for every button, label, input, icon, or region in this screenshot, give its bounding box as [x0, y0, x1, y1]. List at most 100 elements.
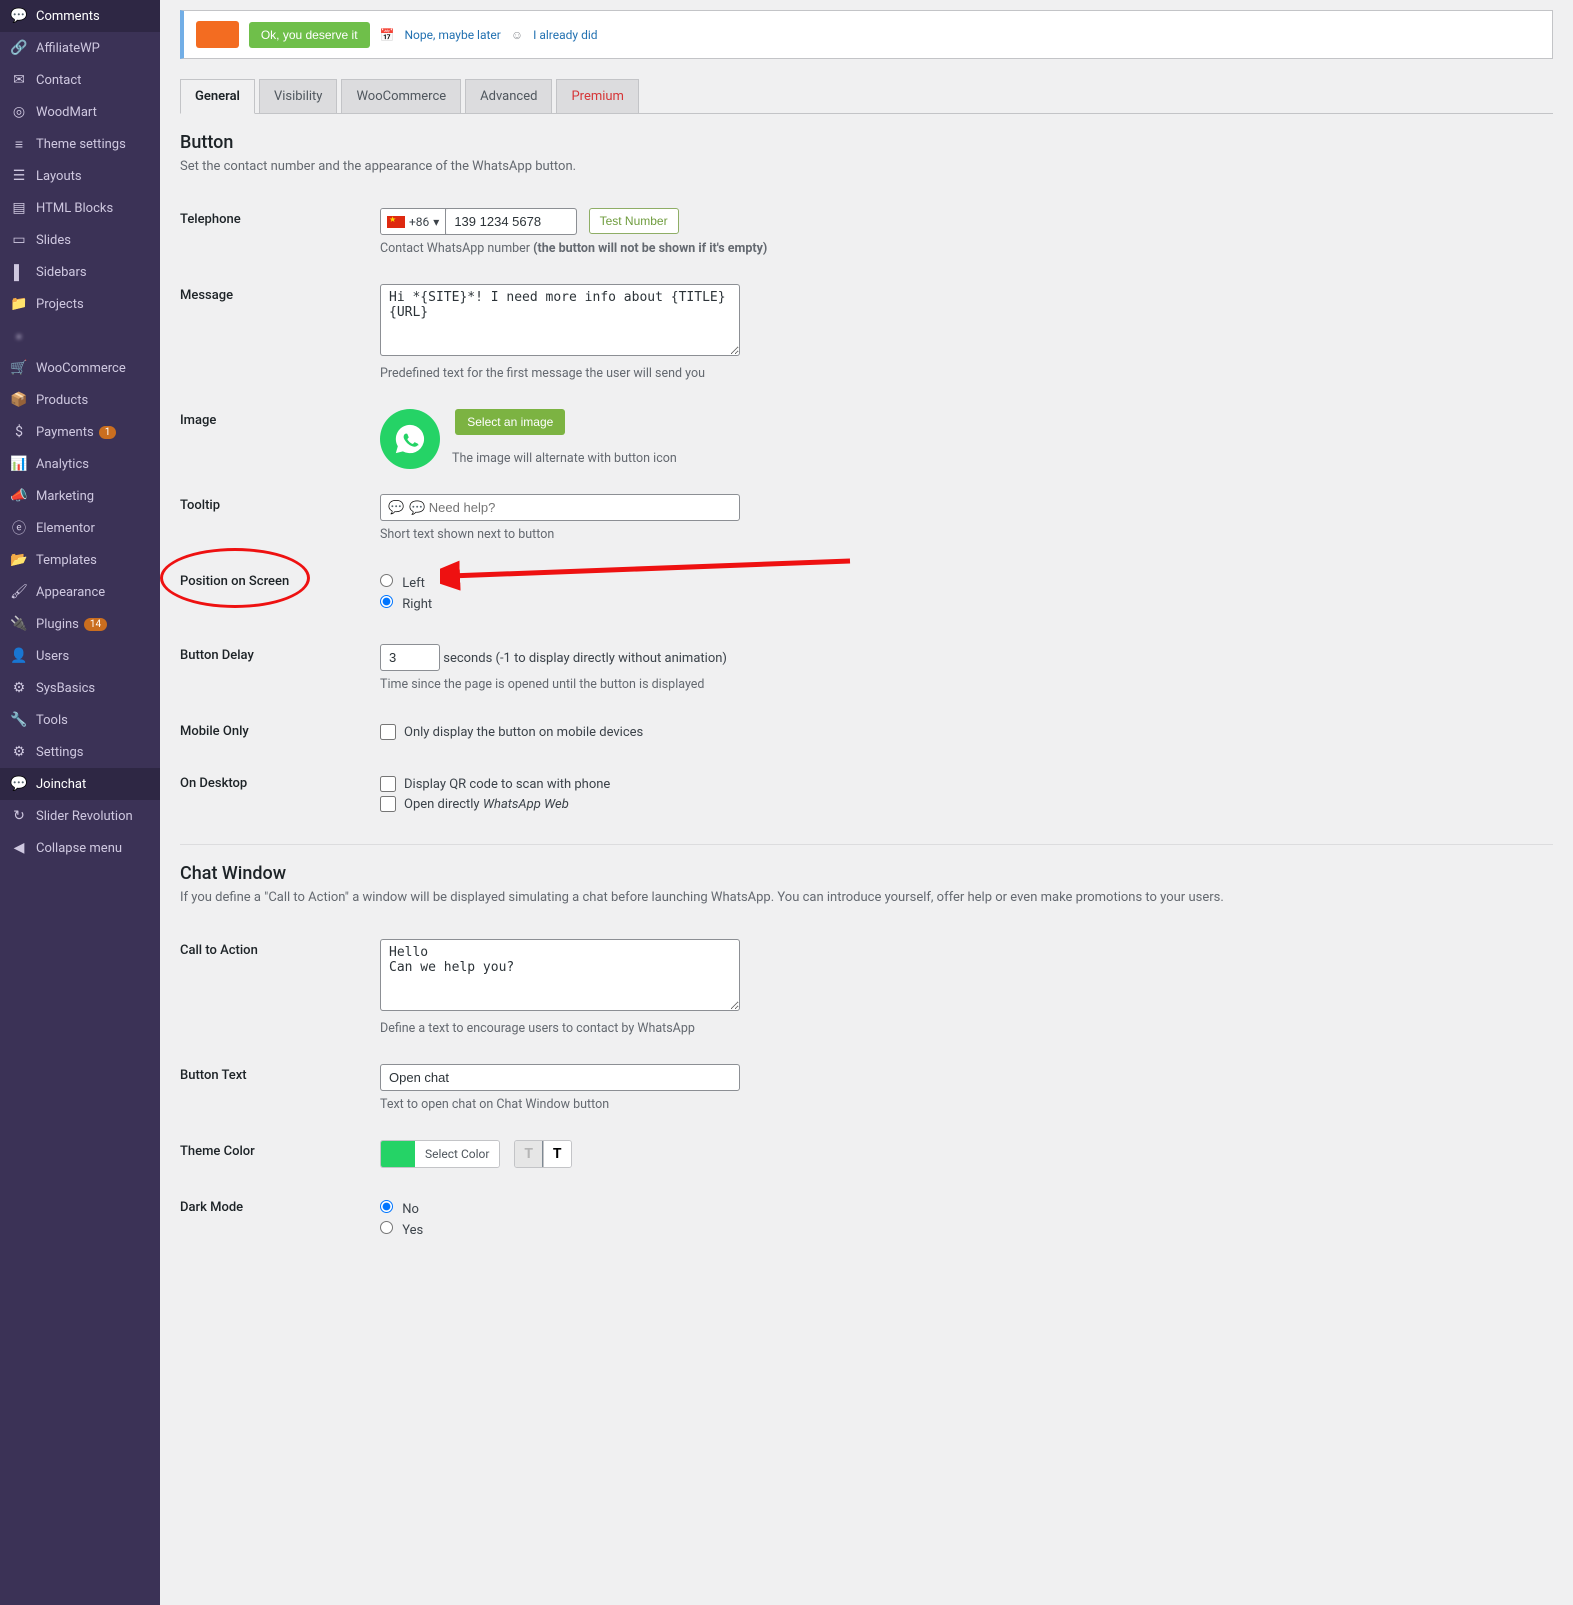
telephone-input[interactable] [446, 209, 576, 234]
sidebar-item-analytics[interactable]: 📊Analytics [0, 448, 160, 480]
sidebar-item-affiliatewp[interactable]: 🔗AffiliateWP [0, 32, 160, 64]
whatsapp-icon [380, 409, 440, 469]
country-selector[interactable]: +86 ▾ [381, 209, 446, 234]
comment-icon: 💬 [10, 7, 28, 25]
image-help: The image will alternate with button ico… [452, 451, 1553, 466]
templates-icon: 📂 [10, 551, 28, 569]
settings-tabs: General Visibility WooCommerce Advanced … [180, 79, 1553, 114]
layers-icon: ☰ [10, 167, 28, 185]
telephone-label: Telephone [180, 194, 380, 270]
appearance-icon: 🖌 [10, 583, 28, 601]
calendar-icon: 📅 [380, 28, 395, 42]
sidebar-item-label: Marketing [36, 489, 94, 504]
sidebar-item-marketing[interactable]: 📣Marketing [0, 480, 160, 512]
mobile-only-checkbox[interactable] [380, 724, 396, 740]
tab-woocommerce[interactable]: WooCommerce [341, 79, 461, 113]
section-button-desc: Set the contact number and the appearanc… [180, 159, 1553, 174]
sidebar-item-contact[interactable]: ✉Contact [0, 64, 160, 96]
sidebar-item-label: Users [36, 649, 69, 664]
sidebar-item-label: Slides [36, 233, 71, 248]
position-right-label: Right [402, 597, 432, 612]
color-swatch-preview [381, 1141, 415, 1167]
ok-deserve-button[interactable]: Ok, you deserve it [249, 22, 370, 48]
position-left-radio[interactable] [380, 574, 393, 587]
sidebar-item-plugins[interactable]: 🔌 Plugins 14 [0, 608, 160, 640]
text-light-option[interactable]: T [515, 1141, 543, 1167]
tab-general[interactable]: General [180, 79, 255, 114]
html-icon: ▤ [10, 199, 28, 217]
delay-help: Time since the page is opened until the … [380, 677, 1553, 692]
already-did-link[interactable]: I already did [533, 28, 597, 42]
sidebar-item-theme-settings[interactable]: ≡ Theme settings [0, 128, 160, 160]
sidebar-item-slider-revolution[interactable]: ↻Slider Revolution [0, 800, 160, 832]
message-textarea[interactable]: Hi *{SITE}*! I need more info about {TIT… [380, 284, 740, 356]
position-right-radio[interactable] [380, 595, 393, 608]
cta-textarea[interactable]: Hello Can we help you? [380, 939, 740, 1011]
sidebar-item-layouts[interactable]: ☰Layouts [0, 160, 160, 192]
tab-visibility[interactable]: Visibility [259, 79, 338, 113]
settings-icon: ⚙ [10, 743, 28, 761]
china-flag-icon [387, 216, 405, 228]
admin-sidebar: 💬Comments🔗AffiliateWP✉Contact◎WoodMart ≡ T… [0, 0, 160, 1605]
sidebar-item-comments[interactable]: 💬Comments [0, 0, 160, 32]
sidebar-item-label: WoodMart [36, 105, 97, 120]
sidebar-item-html-blocks[interactable]: ▤HTML Blocks [0, 192, 160, 224]
sidebar-item-users[interactable]: 👤Users [0, 640, 160, 672]
image-label: Image [180, 395, 380, 480]
sidebar-item-collapse-menu[interactable]: ◀Collapse menu [0, 832, 160, 864]
qr-checkbox[interactable] [380, 776, 396, 792]
sliders-icon: ≡ [10, 135, 28, 153]
delay-input[interactable] [380, 644, 440, 671]
text-dark-option[interactable]: T [543, 1141, 571, 1167]
sidebar-item-joinchat[interactable]: 💬Joinchat [0, 768, 160, 800]
maybe-later-link[interactable]: Nope, maybe later [404, 28, 500, 42]
sidebar-item-tools[interactable]: 🔧Tools [0, 704, 160, 736]
sidebar-item-label: Payments [36, 425, 94, 440]
sidebar-item-label: Theme settings [36, 137, 126, 152]
sidebar-item-templates[interactable]: 📂Templates [0, 544, 160, 576]
badge: 14 [84, 618, 107, 631]
select-image-button[interactable]: Select an image [455, 409, 565, 435]
position-left-label: Left [402, 576, 425, 591]
sidebar-item-elementor[interactable]: ⓔElementor [0, 512, 160, 544]
delay-unit: seconds (-1 to display directly without … [443, 651, 727, 666]
tab-advanced[interactable]: Advanced [465, 79, 552, 113]
affiliate-icon: 🔗 [10, 39, 28, 57]
text-color-toggle[interactable]: T T [514, 1140, 572, 1168]
sidebar-item-projects[interactable]: 📁Projects [0, 288, 160, 320]
sidebar-item-settings[interactable]: ⚙Settings [0, 736, 160, 768]
sidebar-item-blur[interactable]: ▪ [0, 320, 160, 352]
sidebar-item-sysbasics[interactable]: ⚙SysBasics [0, 672, 160, 704]
telephone-help: Contact WhatsApp number (the button will… [380, 241, 1553, 256]
color-picker[interactable]: Select Color [380, 1140, 500, 1168]
sidebar-item-label: Collapse menu [36, 841, 122, 856]
tools-icon: 🔧 [10, 711, 28, 729]
section-chat-title: Chat Window [180, 863, 1553, 884]
tab-premium[interactable]: Premium [556, 79, 639, 113]
sidebar-item-products[interactable]: 📦Products [0, 384, 160, 416]
sidebar-item-payments[interactable]: $Payments1 [0, 416, 160, 448]
section-button-title: Button [180, 132, 1553, 153]
dark-yes-radio[interactable] [380, 1221, 393, 1234]
sidebar-item-appearance[interactable]: 🖌Appearance [0, 576, 160, 608]
dark-no-radio[interactable] [380, 1200, 393, 1213]
review-notice: Ok, you deserve it 📅 Nope, maybe later ☺… [180, 10, 1553, 59]
tooltip-input[interactable] [380, 494, 740, 521]
sidebar-item-woocommerce[interactable]: 🛒WooCommerce [0, 352, 160, 384]
btn-text-input[interactable] [380, 1064, 740, 1091]
sidebar-item-sidebars[interactable]: ▌Sidebars [0, 256, 160, 288]
mobile-label: Mobile Only [180, 706, 380, 758]
blur1-icon: ▪ [10, 327, 28, 345]
slider-icon: ↻ [10, 807, 28, 825]
plugins-icon: 🔌 [10, 615, 28, 633]
test-number-button[interactable]: Test Number [589, 208, 679, 234]
joinchat-icon: 💬 [10, 775, 28, 793]
rate-orange-button[interactable] [196, 21, 239, 48]
sidebar-item-label: Products [36, 393, 88, 408]
sidebar-item-woodmart[interactable]: ◎WoodMart [0, 96, 160, 128]
cta-label: Call to Action [180, 925, 380, 1050]
wa-web-checkbox[interactable] [380, 796, 396, 812]
sidebar-item-label: Plugins [36, 617, 79, 632]
sidebar-item-slides[interactable]: ▭Slides [0, 224, 160, 256]
main-content: Ok, you deserve it 📅 Nope, maybe later ☺… [160, 0, 1573, 1605]
